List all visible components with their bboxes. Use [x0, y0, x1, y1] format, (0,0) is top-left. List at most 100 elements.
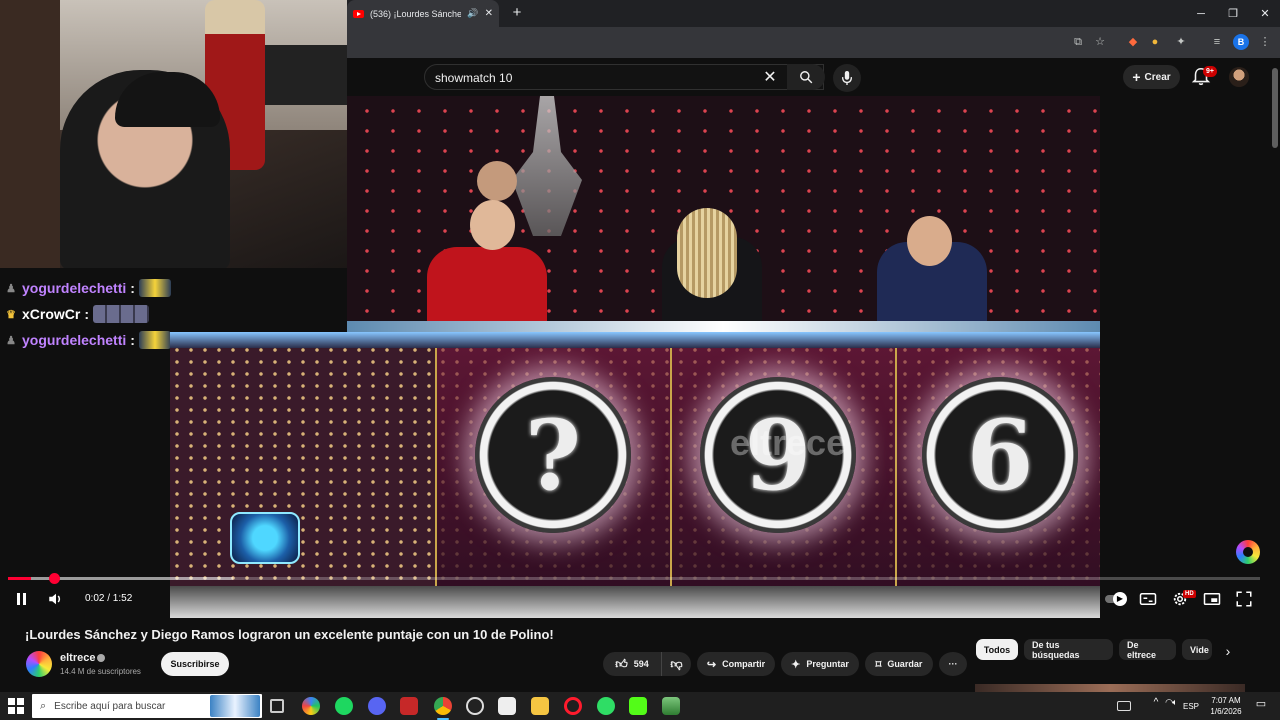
spotify-icon[interactable]: [335, 697, 353, 715]
extension-color-icon[interactable]: ●: [1147, 34, 1163, 50]
taskbar-clock[interactable]: 7:07 AM 1/6/2026: [1206, 695, 1246, 717]
extension-fox-icon[interactable]: ◆: [1125, 34, 1141, 50]
chevron-right-icon[interactable]: ›: [1218, 641, 1238, 661]
copilot-icon[interactable]: [302, 697, 320, 715]
channel-logo-bug: [1236, 540, 1260, 564]
media-control-icon[interactable]: ≡: [1209, 34, 1225, 50]
score-circle-3: 6: [922, 377, 1078, 533]
scrollbar-thumb[interactable]: [1272, 68, 1278, 148]
install-app-icon[interactable]: ⧉: [1070, 34, 1086, 50]
volume-icon[interactable]: [46, 590, 66, 608]
profile-avatar-icon[interactable]: B: [1233, 34, 1249, 50]
search-icon: ⌕: [40, 699, 47, 712]
search-input[interactable]: [435, 69, 755, 87]
browser-tab-bar: (536) ¡Lourdes Sánchez y D 🔊 ✕ + ─ ❐ ✕: [347, 0, 1280, 27]
autoplay-toggle[interactable]: ▶: [1105, 590, 1127, 608]
save-button[interactable]: ⌑ Guardar: [865, 652, 933, 676]
browser-toolbar: ⧉ ☆ ◆ ● ✦ ≡ B ⋮: [347, 27, 1280, 58]
related-video-thumbnail[interactable]: [975, 684, 1245, 692]
capcut-icon[interactable]: [498, 697, 516, 715]
progress-buffered: [8, 577, 234, 580]
thumbs-up-icon: 👍︎: [615, 656, 628, 671]
tab-audio-icon[interactable]: 🔊: [467, 8, 478, 19]
judge-4-head: [907, 216, 952, 266]
fullscreen-icon[interactable]: [1234, 590, 1254, 608]
save-label: Guardar: [887, 659, 923, 669]
ask-button[interactable]: ✦ Preguntar: [781, 652, 859, 676]
windows-start-icon[interactable]: [8, 698, 24, 714]
subtitles-icon[interactable]: [1138, 590, 1158, 608]
video-progress-bar[interactable]: [8, 573, 1260, 584]
taskbar-search-box[interactable]: ⌕ Escribe aquí para buscar: [32, 694, 262, 718]
progress-scrubber-handle[interactable]: [48, 573, 60, 584]
progress-played: [8, 577, 31, 580]
create-label: Crear: [1144, 71, 1171, 83]
dislike-button[interactable]: 👎︎: [661, 652, 691, 676]
discord-icon[interactable]: [368, 697, 386, 715]
time-display: 0:02 / 1:52: [85, 593, 133, 604]
extensions-puzzle-icon[interactable]: ✦: [1173, 34, 1189, 50]
webcam-door: [0, 0, 60, 268]
user-avatar[interactable]: [1229, 67, 1249, 87]
chat-emote-icon: [93, 305, 150, 323]
chat-username: yogurdelechetti: [22, 332, 127, 348]
judge-1-head: [477, 161, 517, 201]
pause-button[interactable]: [12, 590, 30, 608]
subscriber-count: 14.4 M de suscriptores: [60, 667, 141, 676]
page-scrollbar[interactable]: [1270, 58, 1280, 692]
clear-search-icon[interactable]: ✕: [760, 68, 780, 88]
close-window-button[interactable]: ✕: [1250, 4, 1280, 24]
bookmark-icon: ⌑: [875, 658, 882, 671]
minimize-button[interactable]: ─: [1186, 4, 1216, 24]
subscribe-button[interactable]: Suscribirse: [161, 652, 229, 676]
bookmark-star-icon[interactable]: ☆: [1092, 34, 1108, 50]
task-view-icon[interactable]: [270, 699, 284, 713]
voice-search-button[interactable]: [833, 64, 861, 92]
chip-videos[interactable]: Vide: [1182, 639, 1212, 660]
browser-tab-youtube[interactable]: (536) ¡Lourdes Sánchez y D 🔊 ✕: [347, 0, 499, 27]
chat-message: ♟ yogurdelechetti :: [4, 279, 171, 297]
file-explorer-icon[interactable]: [531, 697, 549, 715]
ask-label: Preguntar: [806, 659, 849, 669]
share-button[interactable]: ↪ Compartir: [697, 652, 775, 676]
chrome-icon[interactable]: [434, 697, 452, 720]
channel-watermark: eltrece: [730, 422, 847, 463]
chat-badge-icon: ♛: [6, 308, 16, 321]
chip-de-tus-busquedas[interactable]: De tus búsquedas: [1024, 639, 1113, 660]
chat-badge-icon: ♟: [6, 282, 16, 295]
miniplayer-icon[interactable]: [1202, 590, 1222, 608]
minecraft-icon[interactable]: [662, 697, 680, 715]
app-red-icon[interactable]: [400, 697, 418, 715]
keyboard-icon[interactable]: [1117, 701, 1131, 711]
like-button[interactable]: 👍︎ 594: [603, 652, 661, 676]
show-logo-badge: [230, 512, 300, 564]
youtube-masthead: ✕ + Crear 9+: [347, 58, 1270, 96]
app-green-icon[interactable]: [597, 697, 615, 715]
chip-todos[interactable]: Todos: [976, 639, 1018, 660]
browser-menu-icon[interactable]: ⋮: [1257, 34, 1273, 50]
create-button[interactable]: + Crear: [1123, 65, 1180, 89]
tab-close-icon[interactable]: ✕: [485, 8, 493, 19]
judge-3-hair: [677, 208, 737, 298]
chat-separator: :: [130, 280, 135, 296]
search-button[interactable]: [787, 64, 825, 90]
search-highlight-image: [210, 695, 260, 717]
more-actions-button[interactable]: ···: [939, 652, 967, 676]
share-icon: ↪: [706, 658, 717, 671]
video-frame-lower[interactable]: ? 9 6 eltrece: [170, 332, 1100, 618]
notification-count-badge: 9+: [1203, 66, 1217, 77]
autoplay-play-icon: ▶: [1113, 592, 1127, 606]
opera-gx-icon[interactable]: [564, 697, 582, 715]
obs-icon[interactable]: [466, 697, 484, 715]
video-frame-upper[interactable]: [347, 96, 1100, 332]
speaker-icon[interactable]: 🔈︎: [1166, 697, 1184, 715]
kick-icon[interactable]: [629, 697, 647, 715]
chip-de-eltrece[interactable]: De eltrece: [1119, 639, 1176, 660]
notification-center-icon[interactable]: ▭: [1252, 697, 1270, 715]
windows-taskbar: ⌕ Escribe aquí para buscar ^ ◠ 🔈︎ ESP 7:…: [0, 692, 1280, 720]
maximize-button[interactable]: ❐: [1218, 4, 1248, 24]
channel-avatar[interactable]: [26, 651, 52, 677]
input-language[interactable]: ESP: [1183, 702, 1199, 711]
channel-name[interactable]: eltrece: [60, 652, 95, 664]
new-tab-button[interactable]: +: [507, 4, 527, 24]
